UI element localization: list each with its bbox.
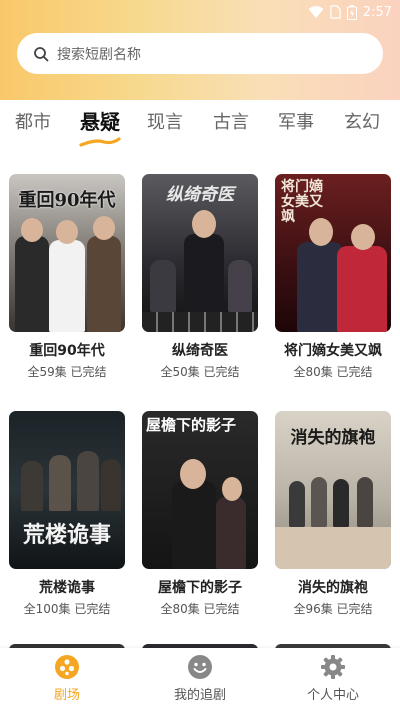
poster-floor [275, 527, 391, 569]
poster-figure-head [21, 218, 43, 242]
poster-figure [49, 240, 85, 332]
drama-poster[interactable]: 重回90年代 [9, 174, 125, 332]
poster-figure [77, 451, 99, 511]
poster-figure [357, 477, 373, 527]
drama-poster[interactable]: 荒楼诡事 [9, 411, 125, 569]
poster-figure-head [351, 224, 375, 250]
drama-poster[interactable]: 消失的旗袍 [275, 411, 391, 569]
completion-status: 已完结 [203, 602, 240, 616]
search-placeholder: 搜索短剧名称 [57, 46, 141, 63]
drama-title: 将门嫡女美又飒 [284, 343, 382, 359]
drama-card[interactable]: 纵绮奇医 纵绮奇医 全50集 已完结 [142, 174, 258, 380]
poster-figure [101, 459, 121, 511]
drama-title: 消失的旗袍 [298, 580, 368, 596]
episode-count: 全96集 [293, 602, 333, 616]
completion-status: 已完结 [70, 365, 107, 379]
tab-guyan[interactable]: 古言 [206, 108, 256, 134]
drama-poster[interactable]: 纵绮奇医 [142, 174, 258, 332]
drama-meta: 全80集 已完结 [142, 600, 258, 617]
poster-figure [289, 481, 305, 527]
drama-card[interactable]: 消失的旗袍 消失的旗袍 全96集 已完结 [275, 411, 391, 617]
poster-figure-head [93, 216, 115, 240]
drama-card[interactable]: 屋檐下的影子 屋檐下的影子 全80集 已完结 [142, 411, 258, 617]
poster-title: 荒楼诡事 [22, 522, 111, 548]
poster-title: 纵绮奇医 [166, 185, 234, 205]
poster-title: 重回90年代 [18, 190, 116, 211]
bottom-navigation: 剧场 我的追剧 个人中心 [0, 648, 400, 712]
poster-figure [21, 461, 43, 511]
status-time: 2:57 [362, 4, 392, 20]
tab-xuanyi[interactable]: 悬疑 [75, 106, 125, 135]
episode-count: 全80集 [293, 365, 333, 379]
poster-figure [87, 236, 121, 332]
battery-icon [346, 4, 357, 20]
poster-figure-head [309, 218, 333, 246]
drama-card[interactable]: 将门嫡女美又飒 将门嫡女美又飒 全80集 已完结 [275, 174, 391, 380]
nav-profile-label: 个人中心 [306, 688, 359, 703]
nav-theater[interactable]: 剧场 [27, 654, 107, 703]
completion-status: 已完结 [336, 602, 373, 616]
poster-figure [311, 477, 327, 527]
search-icon [34, 46, 49, 61]
wifi-icon [308, 6, 324, 18]
status-bar: 2:57 [0, 0, 400, 24]
episode-count: 全100集 [23, 602, 71, 616]
drama-title: 屋檐下的影子 [158, 580, 242, 596]
theater-icon [55, 655, 79, 679]
drama-poster[interactable]: 屋檐下的影子 [142, 411, 258, 569]
drama-title: 纵绮奇医 [172, 343, 228, 359]
drama-title: 荒楼诡事 [39, 580, 95, 596]
drama-card[interactable]: 荒楼诡事 荒楼诡事 全100集 已完结 [9, 411, 125, 617]
active-tab-indicator [79, 137, 121, 147]
poster-figure-head [222, 477, 242, 501]
episode-count: 全80集 [160, 602, 200, 616]
drama-poster[interactable]: 将门嫡女美又飒 [275, 174, 391, 332]
gear-icon [321, 655, 345, 679]
drama-title: 重回90年代 [29, 343, 105, 359]
poster-filmstrip [142, 312, 258, 332]
episode-count: 全50集 [160, 365, 200, 379]
completion-status: 已完结 [336, 365, 373, 379]
drama-meta: 全59集 已完结 [9, 363, 125, 380]
poster-figure-head [192, 210, 216, 238]
poster-figure [333, 479, 349, 527]
poster-title: 屋檐下的影子 [146, 416, 237, 434]
poster-figure [150, 260, 176, 312]
completion-status: 已完结 [74, 602, 111, 616]
drama-card[interactable]: 重回90年代 重回90年代 全59集 已完结 [9, 174, 125, 380]
poster-figure [184, 234, 224, 314]
drama-meta: 全100集 已完结 [9, 600, 125, 617]
drama-meta: 全96集 已完结 [275, 600, 391, 617]
search-bar[interactable]: 搜索短剧名称 [17, 33, 383, 74]
episode-count: 全59集 [27, 365, 67, 379]
no-sim-icon [330, 5, 341, 19]
nav-my-follows-label: 我的追剧 [173, 688, 226, 703]
drama-meta: 全50集 已完结 [142, 363, 258, 380]
nav-profile[interactable]: 个人中心 [293, 654, 373, 703]
tab-dushi[interactable]: 都市 [8, 108, 58, 134]
poster-figure-head [56, 220, 78, 244]
completion-status: 已完结 [203, 365, 240, 379]
tab-xianyan[interactable]: 现言 [140, 108, 190, 134]
tab-junshi[interactable]: 军事 [271, 108, 321, 134]
poster-figure [172, 481, 216, 569]
tab-xuanhuan[interactable]: 玄幻 [337, 108, 387, 134]
poster-figure-head [180, 459, 206, 489]
nav-theater-label: 剧场 [53, 688, 80, 703]
poster-figure [228, 260, 252, 312]
poster-figure [15, 236, 49, 332]
poster-figure [49, 455, 71, 511]
poster-title: 消失的旗袍 [290, 428, 376, 448]
category-tabs: 都市 悬疑 现言 古言 军事 玄幻 [0, 100, 400, 150]
smile-icon [188, 655, 212, 679]
nav-my-follows[interactable]: 我的追剧 [160, 654, 240, 703]
poster-figure [216, 497, 246, 569]
drama-meta: 全80集 已完结 [275, 363, 391, 380]
poster-figure [337, 246, 387, 332]
